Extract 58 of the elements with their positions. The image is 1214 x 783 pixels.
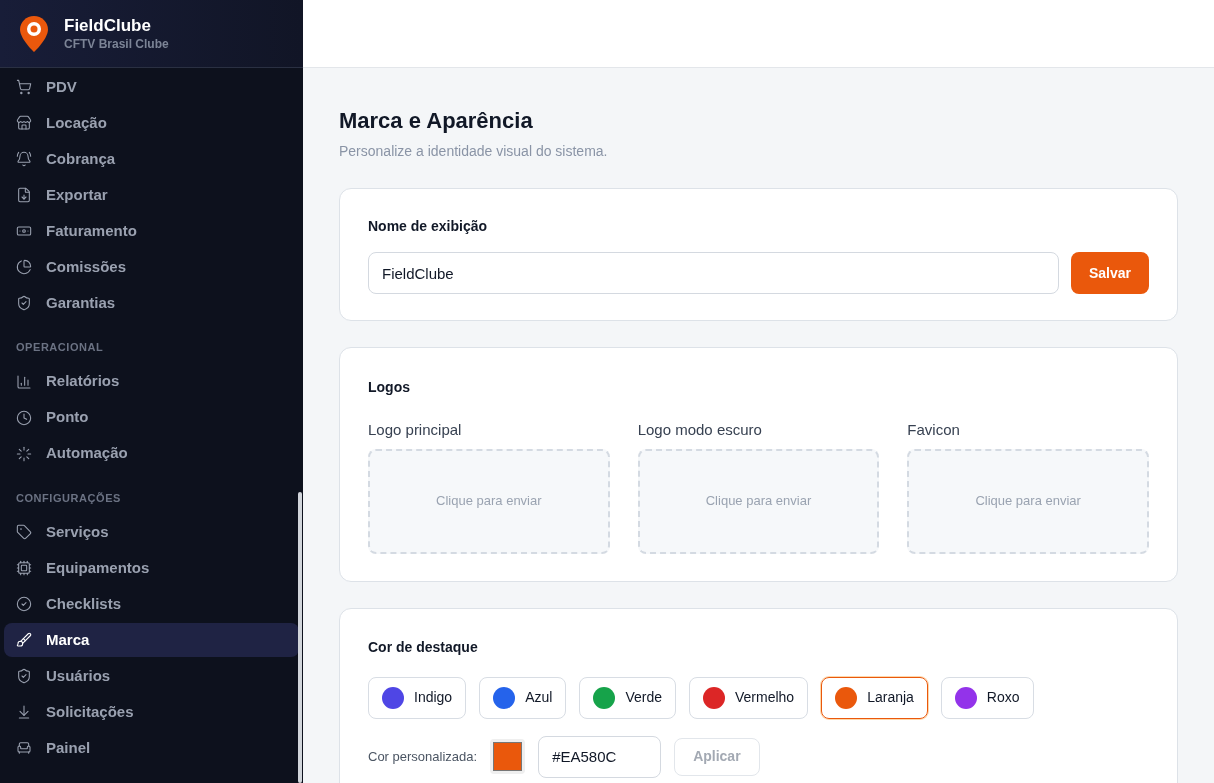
sidebar-item[interactable]: Faturamento	[4, 214, 299, 248]
sidebar-item[interactable]: Garantias	[4, 286, 299, 320]
upload-label: Logo modo escuro	[637, 420, 763, 440]
store-icon	[16, 115, 32, 131]
clock-icon	[16, 409, 32, 426]
brand-name: FieldClube	[64, 15, 152, 37]
sidebar-item[interactable]: Painel	[4, 731, 299, 765]
brush-icon	[16, 632, 32, 648]
color-option[interactable]: Indigo	[368, 676, 467, 719]
hex-input[interactable]: #EA580C	[538, 735, 662, 778]
sidebar-item[interactable]: Solicitações	[4, 695, 299, 729]
upload-label: Favicon	[907, 420, 961, 440]
loader-icon	[16, 445, 32, 462]
page-title: Marca e Aparência	[339, 107, 534, 135]
sidebar-item[interactable]: Checklists	[4, 587, 299, 621]
card-title: Cor de destaque	[368, 637, 479, 657]
sidebar-item[interactable]: Exportar	[4, 178, 299, 212]
section-heading: CONFIGURAÇÕES	[15, 490, 122, 506]
sidebar-item[interactable]: Locação	[4, 106, 299, 140]
sidebar-item[interactable]: Serviços	[4, 515, 299, 549]
sidebar-item[interactable]: Cobrança	[4, 142, 299, 176]
shield-icon	[16, 668, 32, 684]
banknote-icon	[16, 223, 32, 239]
download-icon	[16, 704, 32, 720]
sidebar-item[interactable]: Usuários	[4, 659, 299, 693]
color-option[interactable]: Verde	[579, 676, 676, 719]
bar-chart-icon	[16, 373, 32, 390]
sidebar-item[interactable]: Marca	[4, 623, 299, 657]
brand-subtitle: CFTV Brasil Clube	[64, 36, 169, 52]
color-option[interactable]: Roxo	[940, 676, 1034, 719]
sidebar-item[interactable]: PDV	[4, 70, 299, 104]
download-icon	[16, 187, 32, 203]
cart-icon	[16, 79, 32, 95]
card-title: Nome de exibição	[368, 217, 489, 236]
check-circle-icon	[16, 596, 32, 612]
sidebar-item[interactable]: Comissões	[4, 250, 299, 284]
sidebar-item[interactable]: Ponto	[4, 400, 299, 435]
upload-label: Logo principal	[368, 420, 463, 440]
shield-icon	[16, 295, 32, 311]
sidebar-item[interactable]: Automação	[4, 436, 299, 471]
color-option[interactable]: Azul	[479, 676, 567, 719]
page-subtitle: Personalize a identidade visual do sistema.	[339, 142, 609, 161]
name-input[interactable]: FieldClube	[368, 252, 1059, 294]
color-swatch[interactable]	[490, 739, 526, 774]
custom-color-label: Cor personalizada:	[368, 747, 478, 766]
color-option[interactable]: Vermelho	[689, 676, 809, 719]
sidebar-item[interactable]: Equipamentos	[4, 551, 299, 585]
card-title: Logos	[368, 378, 411, 397]
map-pin-logo-icon	[20, 15, 48, 52]
bell-icon	[16, 151, 32, 167]
section-heading: OPERACIONAL	[15, 340, 105, 355]
chip-icon	[16, 560, 32, 576]
color-option[interactable]: Laranja	[821, 676, 928, 719]
armchair-icon	[16, 740, 32, 756]
pie-chart-icon	[16, 259, 32, 275]
tag-icon	[16, 524, 32, 540]
save-button[interactable]: Salvar	[1070, 252, 1149, 294]
sidebar-item[interactable]: Relatórios	[4, 364, 299, 399]
